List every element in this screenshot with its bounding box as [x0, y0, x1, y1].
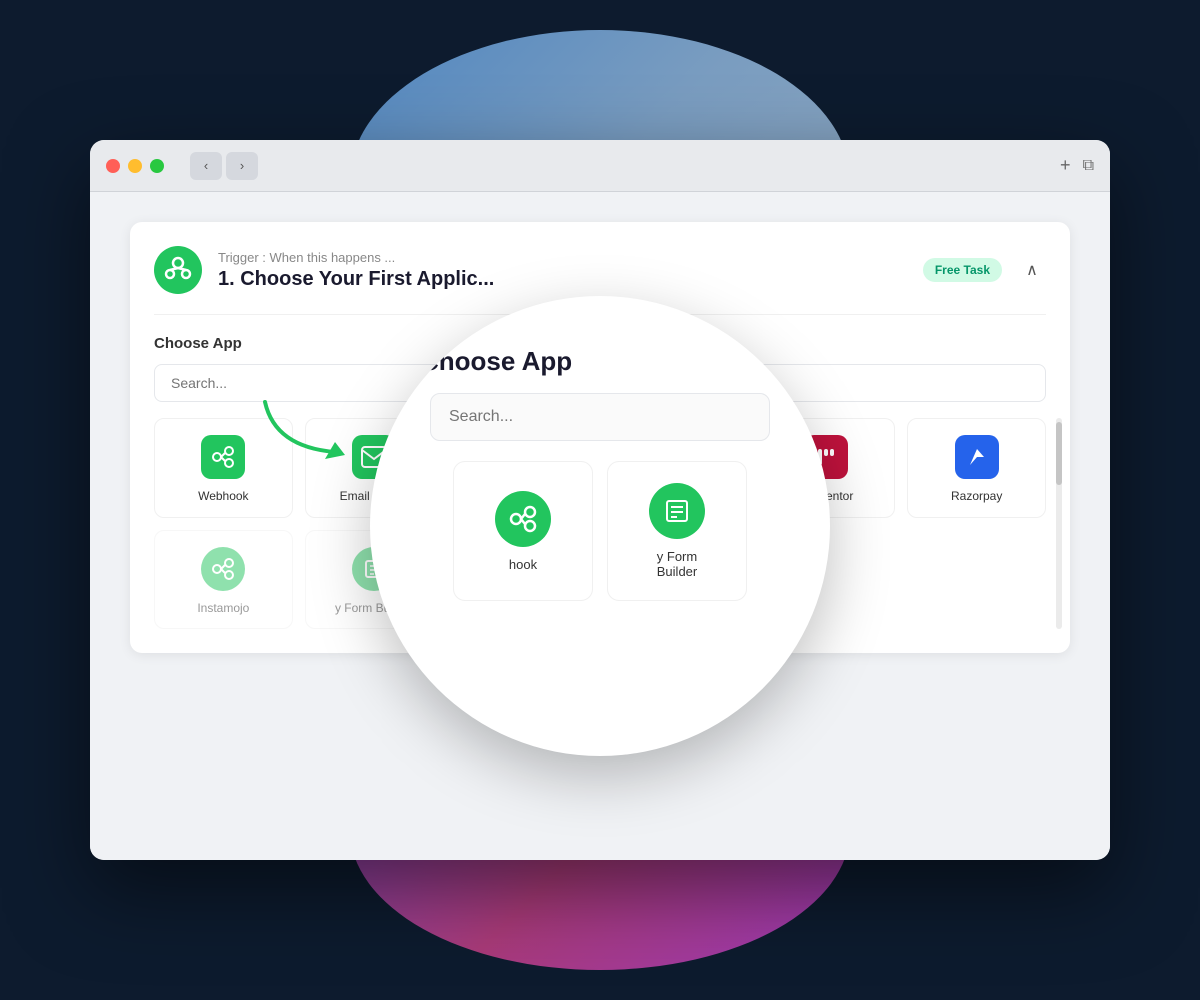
modal-overlay: Choose App: [90, 192, 1110, 860]
green-arrow: [245, 387, 375, 477]
back-button[interactable]: ‹: [190, 152, 222, 180]
browser-content: Trigger : When this happens ... 1. Choos…: [90, 192, 1110, 860]
browser-titlebar: ‹ › + ⧉: [90, 140, 1110, 192]
modal-app-webhook[interactable]: hook: [453, 461, 593, 601]
fullscreen-button[interactable]: [150, 159, 164, 173]
nav-buttons: ‹ ›: [190, 152, 258, 180]
browser-actions: + ⧉: [1060, 155, 1094, 176]
traffic-lights: [106, 159, 164, 173]
modal-apps-row: hook y FormBuilder: [453, 461, 747, 601]
forward-button[interactable]: ›: [226, 152, 258, 180]
modal-webhook-label: hook: [509, 557, 537, 572]
modal-search-input[interactable]: [430, 393, 770, 441]
duplicate-tab-icon[interactable]: ⧉: [1083, 157, 1094, 175]
add-tab-icon[interactable]: +: [1060, 155, 1071, 176]
modal-title: Choose App: [410, 346, 572, 377]
modal-webhook-icon: [495, 491, 551, 547]
browser-window: ‹ › + ⧉: [90, 140, 1110, 860]
modal-app-form-builder[interactable]: y FormBuilder: [607, 461, 747, 601]
choose-app-modal: Choose App: [370, 296, 830, 756]
modal-formbuilder-icon: [649, 483, 705, 539]
modal-formbuilder-label: y FormBuilder: [657, 549, 697, 579]
close-button[interactable]: [106, 159, 120, 173]
minimize-button[interactable]: [128, 159, 142, 173]
